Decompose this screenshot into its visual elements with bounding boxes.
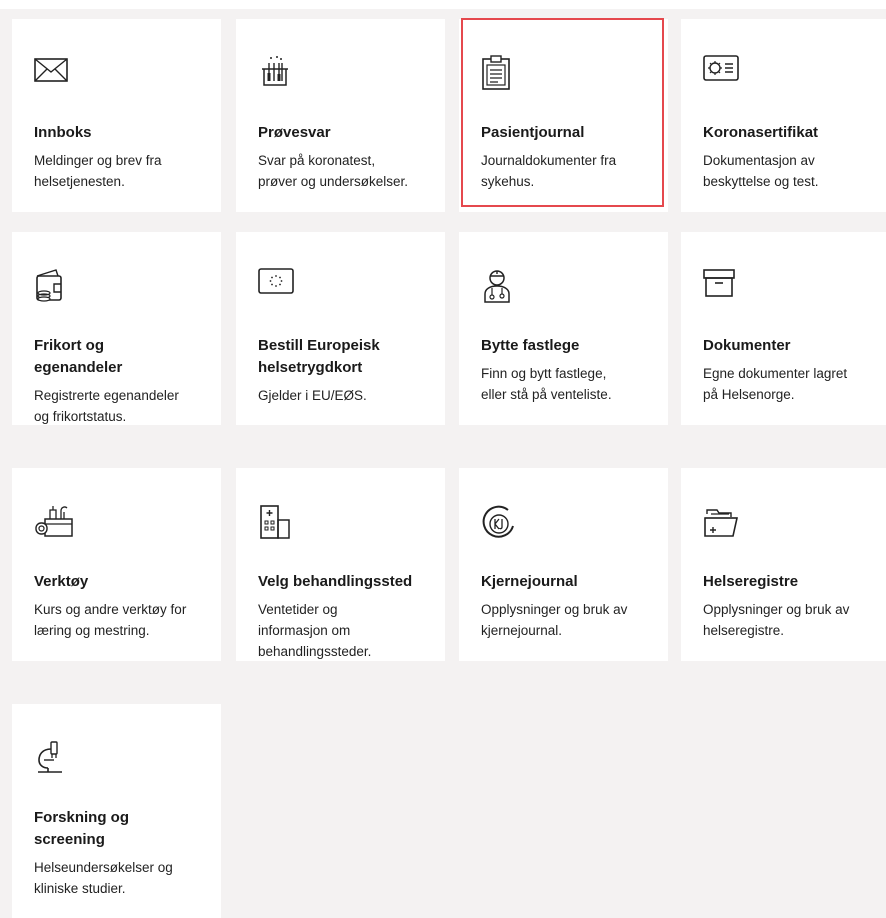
archive-box-icon (703, 268, 737, 302)
tile-description: Registrerte egenandeler og frikortstatus. (34, 388, 179, 424)
tile-description: Dokumentasjon av beskyttelse og test. (703, 153, 819, 189)
kj-logo-icon (481, 504, 515, 538)
folder-plus-icon (703, 504, 738, 538)
service-tile-pasientjournal[interactable]: Pasientjournal Journaldokumenter fra sykeh… (459, 19, 668, 212)
tile-description: Ventetider og informasjon om behandlingsst… (258, 602, 372, 659)
tile-title: Kjernejournal (481, 573, 578, 590)
tile-title: Pasientjournal (481, 124, 585, 141)
tile-title: Verktøy (34, 573, 89, 590)
service-tile-innboks[interactable]: Innboks Meldinger og brev fra helsetjenest… (12, 19, 221, 212)
tile-title: Dokumenter (703, 337, 791, 354)
envelope-icon (34, 55, 68, 89)
tile-description: Gjelder i EU/EØS. (258, 388, 367, 403)
doctor-icon (481, 268, 515, 303)
tile-description: Meldinger og brev fra helsetjenesten. (34, 153, 162, 189)
wallet-icon (34, 268, 68, 302)
tile-description: Helseundersøkelser og kliniske studier. (34, 860, 173, 896)
tile-title: Bytte fastlege (481, 337, 580, 354)
tile-description: Finn og bytt fastlege, eller stå på vente… (481, 366, 612, 402)
service-tile-bestill-europeisk-helsetrygdkort[interactable]: Bestill Europeisk helsetrygdkort Gjelder i… (236, 232, 445, 425)
service-tile-dokumenter[interactable]: Dokumenter Egne dokumenter lagret på Helse… (681, 232, 886, 425)
service-tile-verkt-y[interactable]: Verktøy Kurs og andre verktøy for læring o… (12, 468, 221, 661)
tile-description: Opplysninger og bruk av kjernejournal. (481, 602, 628, 638)
tile-description: Journaldokumenter fra sykehus. (481, 153, 617, 189)
service-tile-helseregistre[interactable]: Helseregistre Opplysninger og bruk av hels… (681, 468, 886, 661)
tile-title: Velg behandlingssted (258, 573, 413, 590)
tile-title: Forskning og screening (34, 809, 129, 848)
eu-card-icon (258, 268, 294, 302)
clipboard-icon (481, 55, 515, 90)
tile-title: Innboks (34, 124, 92, 141)
microscope-icon (34, 740, 68, 774)
toolbox-icon (34, 504, 73, 538)
service-tile-koronasertifikat[interactable]: Koronasertifikat Dokumentasjon av beskytte… (681, 19, 886, 212)
tile-description: Opplysninger og bruk av helseregistre. (703, 602, 850, 638)
service-tile-pr-vesvar[interactable]: Prøvesvar Svar på koronatest, prøver og un… (236, 19, 445, 212)
tile-title: Helseregistre (703, 573, 799, 590)
tile-description: Svar på koronatest, prøver og undersøkels… (258, 153, 409, 189)
hospital-icon (258, 504, 292, 539)
certificate-icon (703, 55, 739, 89)
tile-title: Frikort og egenandeler (34, 337, 123, 376)
tile-title: Bestill Europeisk helsetrygdkort (258, 337, 380, 376)
tile-description: Kurs og andre verktøy for læring og mestr… (34, 602, 187, 638)
service-tile-frikort-og-egenandeler[interactable]: Frikort og egenandeler Registrerte egenand… (12, 232, 221, 425)
test-tubes-icon (258, 55, 292, 89)
service-tile-kjernejournal[interactable]: Kjernejournal Opplysninger og bruk av kjer… (459, 468, 668, 661)
service-tile-bytte-fastlege[interactable]: Bytte fastlege Finn og bytt fastlege, elle… (459, 232, 668, 425)
tile-title: Prøvesvar (258, 124, 331, 141)
service-tile-forskning-og-screening[interactable]: Forskning og screening Helseundersøkelser … (12, 704, 221, 918)
service-tile-velg-behandlingssted[interactable]: Velg behandlingssted Ventetider og informa… (236, 468, 445, 661)
tile-title: Koronasertifikat (703, 124, 819, 141)
tile-description: Egne dokumenter lagret på Helsenorge. (703, 366, 848, 402)
